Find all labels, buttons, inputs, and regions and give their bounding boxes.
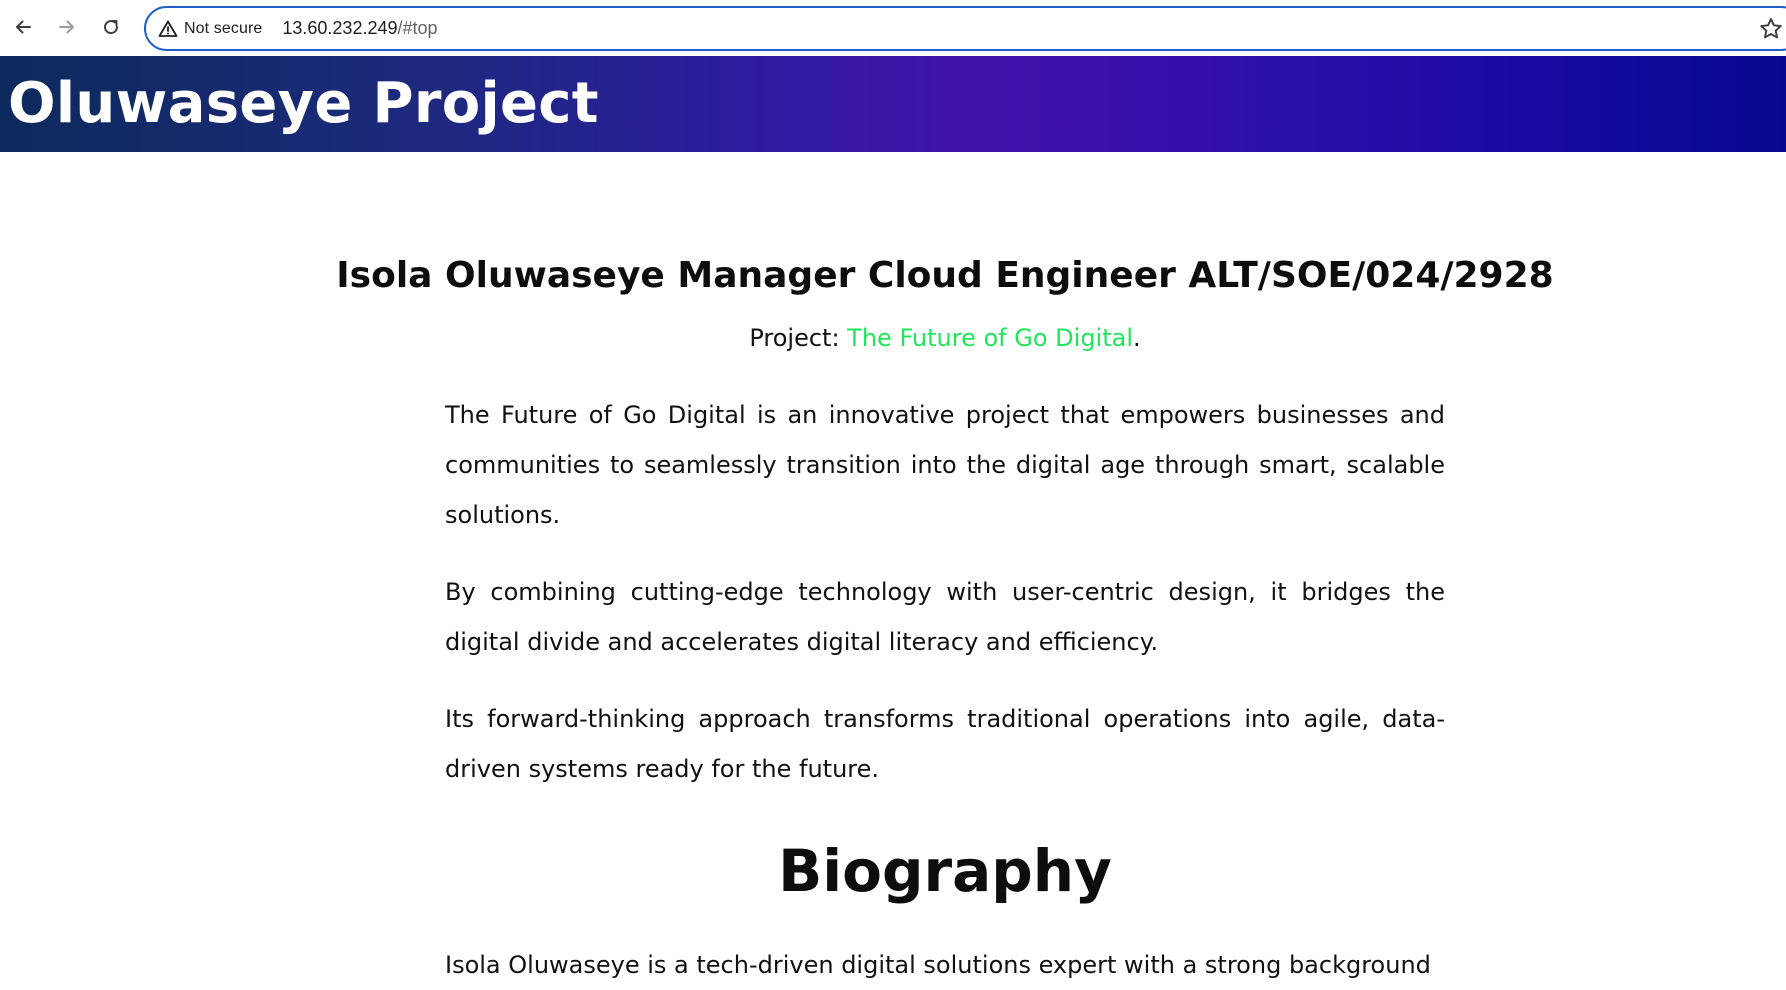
url-host: 13.60.232.249	[282, 18, 398, 38]
project-line: Project: The Future of Go Digital.	[300, 324, 1590, 352]
forward-button[interactable]	[50, 10, 84, 44]
description-paragraph-3: Its forward-thinking approach transforms…	[445, 705, 1445, 783]
description-paragraph-2: By combining cutting-edge technology wit…	[445, 578, 1445, 656]
project-suffix: .	[1133, 324, 1141, 352]
browser-toolbar: Not secure 13.60.232.249/#top	[0, 0, 1786, 56]
site-title: Oluwaseye Project	[8, 71, 599, 136]
back-button[interactable]	[6, 10, 40, 44]
security-indicator[interactable]: Not secure	[158, 14, 262, 44]
bookmark-button[interactable]	[1758, 16, 1784, 42]
project-prefix: Project:	[749, 324, 848, 352]
project-description: The Future of Go Digital is an innovativ…	[445, 390, 1445, 821]
project-link[interactable]: The Future of Go Digital	[847, 324, 1133, 352]
url-path: /#top	[397, 18, 438, 38]
arrow-right-icon	[59, 20, 74, 34]
security-label: Not secure	[184, 19, 263, 37]
description-paragraph-1: The Future of Go Digital is an innovativ…	[445, 401, 1445, 529]
biography-text: Isola Oluwaseye is a tech-driven digital…	[445, 951, 1431, 979]
arrow-left-icon	[16, 20, 31, 34]
url-text[interactable]: 13.60.232.249/#top	[282, 18, 437, 39]
star-icon	[1760, 18, 1782, 39]
author-heading: Isola Oluwaseye Manager Cloud Engineer A…	[336, 255, 1554, 296]
biography-heading: Biography	[778, 837, 1112, 905]
warning-triangle-icon	[158, 20, 178, 37]
address-bar[interactable]: Not secure 13.60.232.249/#top	[144, 6, 1786, 51]
reload-button[interactable]	[94, 10, 128, 44]
reload-icon	[104, 20, 119, 35]
site-header: Oluwaseye Project	[0, 56, 1786, 152]
